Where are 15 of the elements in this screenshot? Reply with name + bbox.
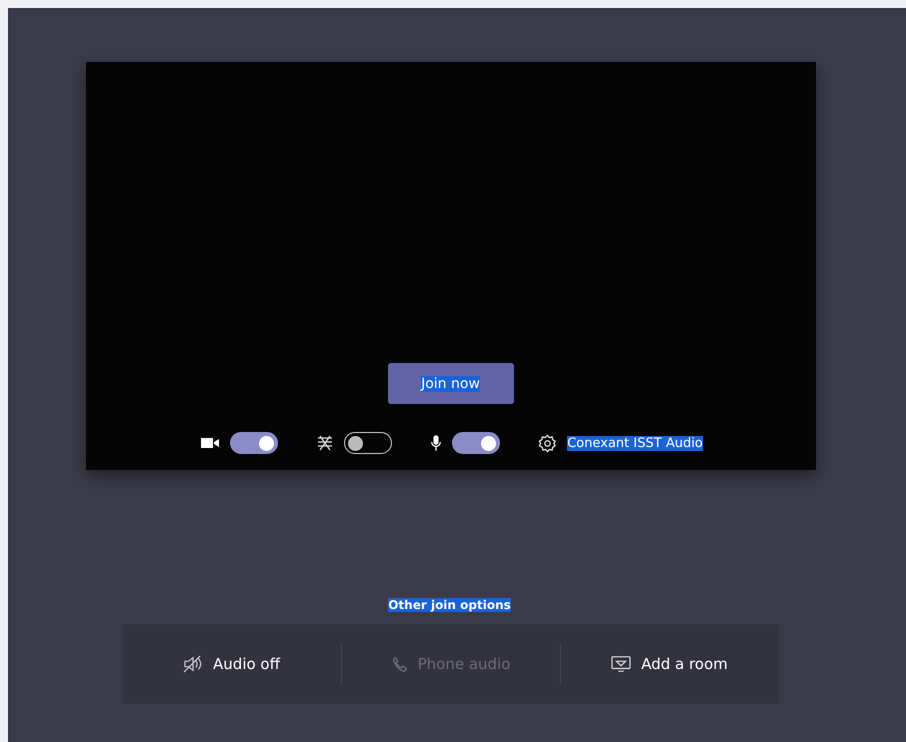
blur-icon [316, 434, 334, 452]
join-button[interactable]: Join now [388, 363, 514, 404]
camera-toggle[interactable] [230, 432, 278, 454]
microphone-icon [430, 434, 442, 452]
microphone-toggle[interactable] [452, 432, 500, 454]
phone-icon [390, 656, 408, 672]
background-blur-toggle[interactable] [344, 432, 392, 454]
other-join-options-heading: Other join options [388, 598, 511, 612]
device-settings-link[interactable]: Conexant ISST Audio [567, 436, 703, 450]
camera-icon [200, 436, 220, 450]
screen-icon [611, 655, 632, 673]
audio-off-button[interactable]: Audio off [122, 624, 340, 704]
speaker-muted-icon [183, 655, 204, 673]
settings-icon [538, 434, 558, 452]
room-button[interactable]: Add a room [560, 624, 778, 704]
